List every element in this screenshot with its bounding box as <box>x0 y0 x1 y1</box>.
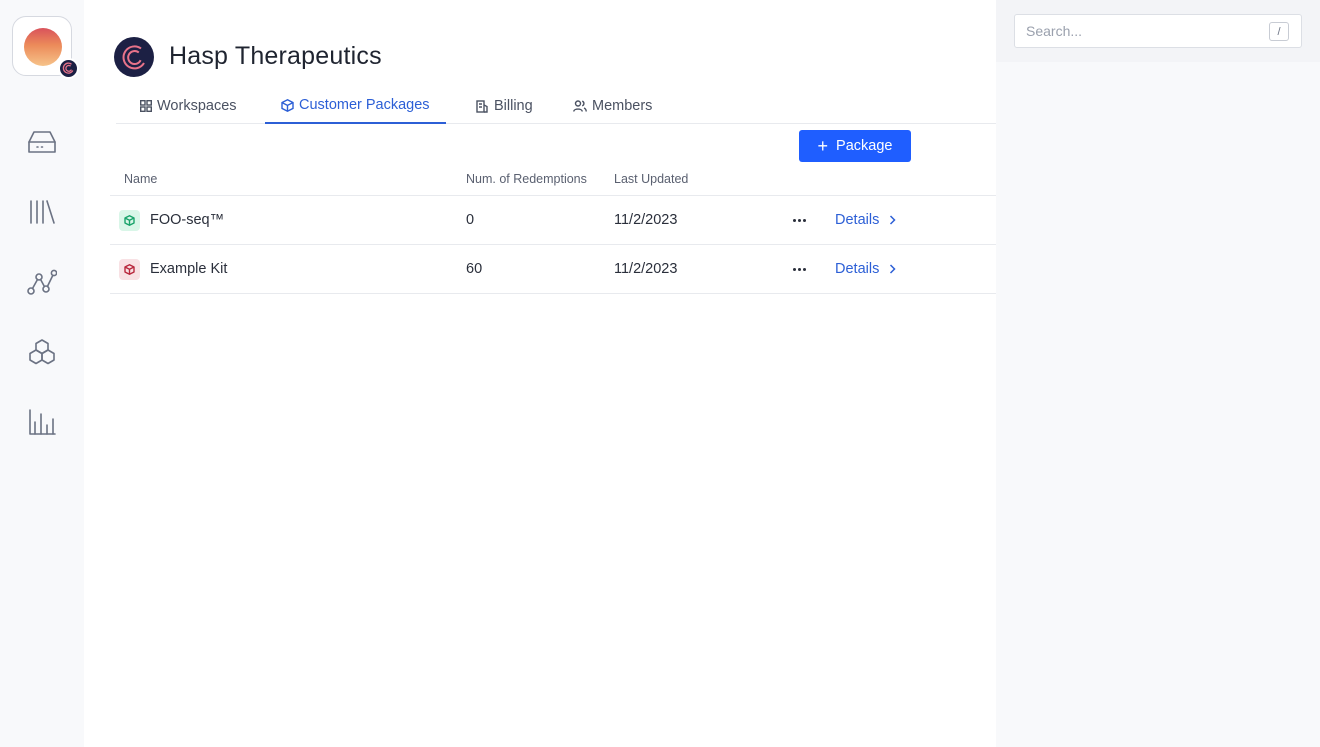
details-label: Details <box>835 212 880 228</box>
search-box[interactable]: / <box>1014 14 1302 48</box>
search-input[interactable] <box>1015 15 1265 47</box>
main-panel: Hasp Therapeutics Workspaces Customer Pa… <box>84 0 996 747</box>
org-avatar-image <box>24 28 62 66</box>
package-name: Example Kit <box>150 261 228 277</box>
org-badge-icon <box>58 58 79 79</box>
package-name: FOO-seq™ <box>150 212 225 228</box>
page-title: Hasp Therapeutics <box>169 42 382 70</box>
grid-icon <box>140 100 152 112</box>
last-updated: 11/2/2023 <box>614 212 678 228</box>
details-link[interactable]: Details <box>835 196 896 244</box>
more-actions-icon[interactable] <box>786 259 812 279</box>
chevron-right-icon <box>890 215 896 225</box>
more-actions-icon[interactable] <box>786 210 812 230</box>
search-bar-area: / <box>996 0 1320 62</box>
tab-label: Customer Packages <box>299 97 430 113</box>
tab-label: Workspaces <box>157 98 237 114</box>
org-logo <box>114 37 154 77</box>
tab-bar: Workspaces Customer Packages Billing Mem… <box>116 88 996 124</box>
add-package-label: Package <box>836 138 893 154</box>
table-row[interactable]: FOO-seq™ 0 11/2/2023 Details <box>110 196 996 245</box>
add-package-button[interactable]: + Package <box>799 130 911 162</box>
tab-label: Members <box>592 98 653 114</box>
table-row[interactable]: Example Kit 60 11/2/2023 Details <box>110 245 996 294</box>
bar-chart-icon[interactable] <box>26 406 58 438</box>
right-panel: / <box>996 0 1320 747</box>
details-link[interactable]: Details <box>835 245 896 293</box>
tab-workspaces[interactable]: Workspaces <box>140 88 237 124</box>
org-switcher-avatar[interactable] <box>12 16 79 79</box>
molecules-icon[interactable] <box>26 336 58 368</box>
tab-billing[interactable]: Billing <box>476 88 533 124</box>
redemptions-count: 0 <box>466 212 475 228</box>
column-header-name[interactable]: Name <box>124 172 157 186</box>
workflow-graph-icon[interactable] <box>26 266 58 298</box>
details-label: Details <box>835 261 880 277</box>
column-header-last-updated[interactable]: Last Updated <box>614 172 688 186</box>
search-shortcut-key: / <box>1269 22 1289 41</box>
inbox-icon[interactable] <box>26 126 58 158</box>
chevron-right-icon <box>890 264 896 274</box>
left-rail <box>0 0 84 747</box>
plus-icon: + <box>817 136 829 156</box>
tab-label: Billing <box>494 98 533 114</box>
package-icon <box>281 98 294 112</box>
library-icon[interactable] <box>26 196 58 228</box>
column-header-redemptions[interactable]: Num. of Redemptions <box>466 172 587 186</box>
package-icon <box>119 259 140 280</box>
tab-customer-packages[interactable]: Customer Packages <box>265 88 446 124</box>
package-icon <box>119 210 140 231</box>
members-icon <box>573 100 587 112</box>
redemptions-count: 60 <box>466 261 483 277</box>
tab-members[interactable]: Members <box>573 88 652 124</box>
billing-icon <box>476 99 488 113</box>
last-updated: 11/2/2023 <box>614 261 678 277</box>
